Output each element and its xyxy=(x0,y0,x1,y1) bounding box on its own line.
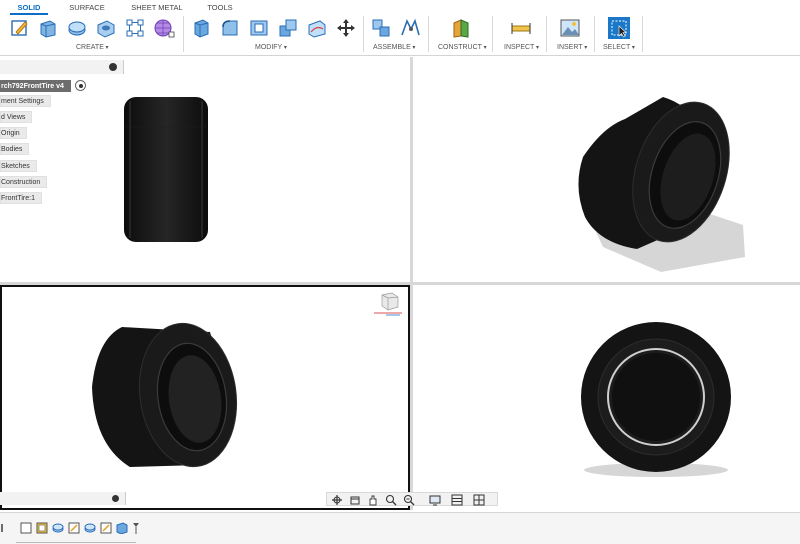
select-icon[interactable] xyxy=(608,17,630,39)
separator xyxy=(363,16,364,52)
activate-radio-icon[interactable] xyxy=(75,80,86,91)
zoom-icon[interactable] xyxy=(385,494,397,506)
timeline-track[interactable] xyxy=(16,538,136,543)
timeline-feature-sketch-icon[interactable] xyxy=(20,522,32,534)
tire-perspective-view-2 xyxy=(92,322,238,468)
plane-icon[interactable] xyxy=(450,17,472,39)
inspect-menu[interactable]: INSPECT xyxy=(504,44,539,51)
browser-header xyxy=(0,60,124,74)
browser-item-bodies[interactable]: Bodies xyxy=(0,143,30,155)
viewport-divider-horizontal[interactable] xyxy=(0,282,800,285)
construct-menu[interactable]: CONSTRUCT xyxy=(438,44,487,51)
viewport-bottom-right[interactable] xyxy=(413,285,800,510)
toolbar: SOLID SURFACE SHEET METAL TOOLS CREATE ▾… xyxy=(0,0,800,56)
timeline-step-back-icon[interactable] xyxy=(0,522,12,534)
extrude-icon[interactable] xyxy=(37,17,59,39)
insert-menu[interactable]: INSERT xyxy=(557,44,587,51)
viewport-bottom-left-active[interactable] xyxy=(0,285,410,510)
separator xyxy=(642,16,643,52)
as-built-joint-icon[interactable] xyxy=(399,17,421,39)
browser-item-fronttire[interactable]: FrontTire:1 xyxy=(0,192,42,204)
orbit-icon[interactable] xyxy=(331,494,343,506)
look-at-icon[interactable] xyxy=(349,494,361,506)
comments-add-icon[interactable] xyxy=(112,495,119,502)
browser-item-origin[interactable]: Origin xyxy=(0,127,27,139)
measure-icon[interactable] xyxy=(510,17,532,39)
assemble-menu[interactable]: ASSEMBLE xyxy=(373,44,415,51)
tab-surface[interactable]: SURFACE xyxy=(66,2,108,14)
timeline-feature-revolve-icon[interactable] xyxy=(52,522,64,534)
timeline xyxy=(0,512,800,544)
comments-bar xyxy=(0,492,126,505)
select-menu[interactable]: SELECT xyxy=(603,44,635,51)
browser-collapse-icon[interactable] xyxy=(109,63,117,71)
timeline-marker-icon[interactable] xyxy=(130,522,142,534)
revolve-icon[interactable] xyxy=(66,17,88,39)
form-icon[interactable] xyxy=(153,17,175,39)
surface-icon[interactable] xyxy=(306,17,328,39)
hole-icon[interactable] xyxy=(95,17,117,39)
pan-icon[interactable] xyxy=(367,494,379,506)
shell-icon[interactable] xyxy=(248,17,270,39)
browser-item-document-settings[interactable]: ment Settings xyxy=(0,95,51,107)
separator xyxy=(594,16,595,52)
tab-sheet-metal[interactable]: SHEET METAL xyxy=(128,2,186,14)
create-menu[interactable]: CREATE xyxy=(76,44,109,51)
sketch-icon[interactable] xyxy=(9,17,31,39)
browser-item-construction[interactable]: Construction xyxy=(0,176,48,188)
view-cube[interactable] xyxy=(372,291,404,319)
move-icon[interactable] xyxy=(335,17,357,39)
separator xyxy=(428,16,429,52)
tire-front-view xyxy=(581,322,731,477)
timeline-feature-sketch-3-icon[interactable] xyxy=(100,522,112,534)
fit-icon[interactable] xyxy=(403,494,415,506)
press-pull-icon[interactable] xyxy=(190,17,212,39)
insert-image-icon[interactable] xyxy=(559,17,581,39)
timeline-feature-sketch-2-icon[interactable] xyxy=(68,522,80,534)
tab-tools[interactable]: TOOLS xyxy=(202,2,238,14)
display-settings-icon[interactable] xyxy=(429,494,441,506)
modify-menu[interactable]: MODIFY xyxy=(255,44,287,51)
combine-icon[interactable] xyxy=(277,17,299,39)
separator xyxy=(492,16,493,52)
browser-item-sketches[interactable]: Sketches xyxy=(0,160,37,172)
viewports-icon[interactable] xyxy=(473,494,485,506)
fillet-icon[interactable] xyxy=(219,17,241,39)
tire-perspective-view xyxy=(578,97,745,272)
grid-settings-icon[interactable] xyxy=(451,494,463,506)
browser-item-named-views[interactable]: d Views xyxy=(0,111,33,123)
timeline-feature-body-icon[interactable] xyxy=(116,522,128,534)
viewport-top-right[interactable] xyxy=(413,57,800,282)
separator xyxy=(546,16,547,52)
pattern-icon[interactable] xyxy=(124,17,146,39)
timeline-feature-extrude-icon[interactable] xyxy=(36,522,48,534)
joint-icon[interactable] xyxy=(370,17,392,39)
separator xyxy=(183,16,184,52)
navigation-bar xyxy=(326,492,498,506)
tab-solid[interactable]: SOLID xyxy=(10,2,48,15)
timeline-feature-revolve-2-icon[interactable] xyxy=(84,522,96,534)
browser-root-component[interactable]: rch792FrontTire v4 xyxy=(0,80,71,92)
